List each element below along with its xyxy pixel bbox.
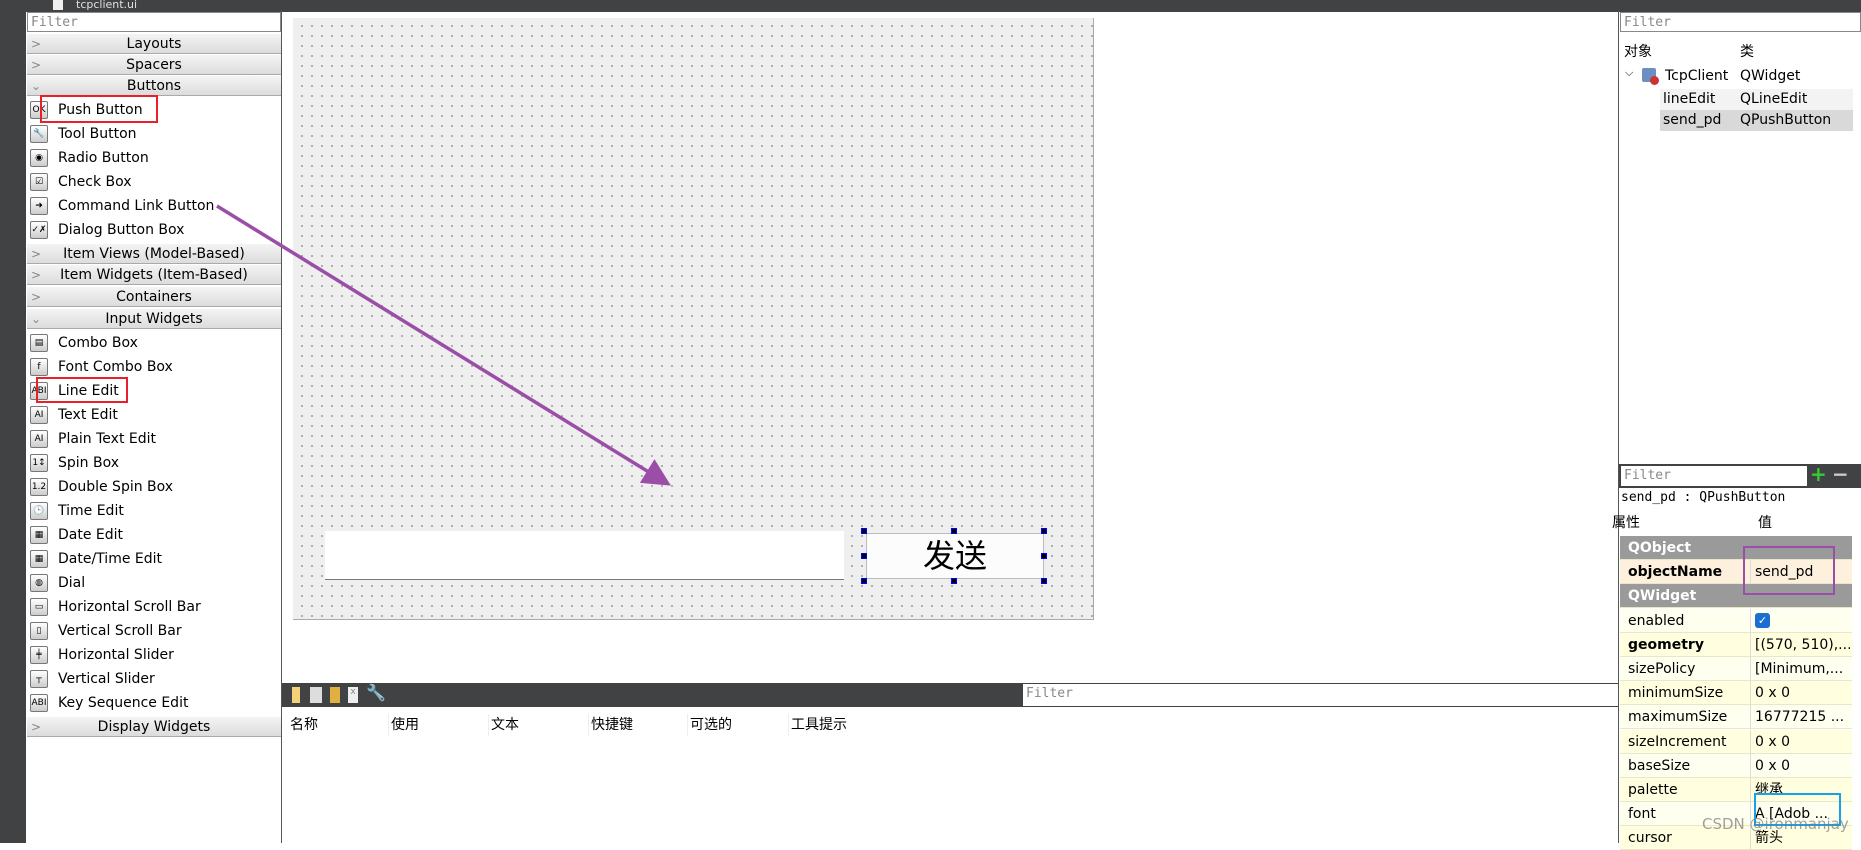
action-column-header[interactable]: 工具提示 (788, 714, 847, 736)
column-divider (1750, 778, 1751, 802)
purple-highlight-objectname (1743, 546, 1835, 595)
property-name: objectName (1628, 564, 1723, 581)
column-divider (1750, 657, 1751, 681)
property-name: sizePolicy (1628, 661, 1696, 677)
wrench-icon[interactable]: 🔧 (366, 683, 386, 702)
copy-action-icon[interactable] (310, 687, 322, 703)
add-property-icon[interactable]: + (1810, 462, 1827, 486)
property-row-maximumsize[interactable]: maximumSize 16777215 ... (1620, 705, 1852, 730)
property-name: QObject (1628, 540, 1692, 556)
property-row-sizeincrement[interactable]: sizeIncrement 0 x 0 (1620, 729, 1852, 754)
right-divider (1618, 10, 1619, 843)
action-column-header[interactable]: 文本 (488, 714, 519, 736)
property-col-header: 属性 (1612, 515, 1640, 531)
object-class: QLineEdit (1740, 91, 1808, 107)
object-tree-row[interactable]: send_pd QPushButton (1660, 110, 1853, 131)
column-divider (1750, 705, 1751, 730)
property-row-sizepolicy[interactable]: sizePolicy [Minimum,... (1620, 657, 1852, 681)
property-name: enabled (1628, 612, 1685, 629)
property-value[interactable]: [(570, 510),... (1755, 633, 1850, 657)
object-filter-input[interactable]: Filter (1620, 12, 1861, 32)
paste-action-icon[interactable] (330, 687, 340, 703)
column-divider (1750, 729, 1751, 754)
property-row-minimumsize[interactable]: minimumSize 0 x 0 (1620, 681, 1852, 706)
property-value[interactable]: ✓ (1755, 612, 1770, 628)
object-class: QWidget (1740, 68, 1801, 84)
property-value[interactable]: 0 x 0 (1755, 730, 1850, 754)
property-value[interactable]: 0 x 0 (1755, 681, 1850, 705)
property-name: baseSize (1628, 757, 1691, 774)
property-name: cursor (1628, 830, 1672, 847)
property-filter-input[interactable]: Filter (1621, 466, 1807, 486)
property-value[interactable]: 16777215 ... (1755, 705, 1850, 729)
property-subject: send_pd : QPushButton (1621, 490, 1786, 505)
watermark: CSDN @ironmanjay (1702, 815, 1849, 833)
property-name: palette (1628, 782, 1678, 798)
object-name: TcpClient (1665, 68, 1729, 84)
object-tree-row[interactable]: TcpClient QWidget (1618, 66, 1853, 87)
action-column-header[interactable]: 快捷键 (588, 714, 633, 736)
remove-property-icon[interactable]: − (1832, 462, 1849, 486)
column-divider (1750, 681, 1751, 706)
property-name: maximumSize (1628, 709, 1728, 726)
delete-action-icon[interactable]: x (348, 687, 358, 703)
drag-arrow (216, 204, 671, 486)
property-name: font (1628, 806, 1656, 823)
property-name: geometry (1628, 636, 1704, 653)
property-name: sizeIncrement (1628, 733, 1727, 750)
property-row-basesize[interactable]: baseSize 0 x 0 (1620, 753, 1852, 778)
class-col-header: 类 (1740, 44, 1754, 60)
value-col-header: 值 (1758, 515, 1772, 531)
column-divider (1750, 608, 1751, 633)
property-name: QWidget (1628, 588, 1697, 605)
column-divider (1750, 632, 1751, 657)
object-tree-row[interactable]: lineEdit QLineEdit (1660, 89, 1853, 110)
property-value[interactable]: 0 x 0 (1755, 754, 1850, 778)
new-action-icon[interactable] (292, 687, 300, 703)
property-value[interactable]: [Minimum,... (1755, 657, 1850, 681)
action-filter-input[interactable]: Filter (1023, 684, 1618, 706)
action-column-header[interactable]: 名称 (288, 714, 318, 736)
object-name: lineEdit (1663, 91, 1716, 107)
object-class: QPushButton (1740, 112, 1832, 128)
property-name: minimumSize (1628, 685, 1724, 702)
action-column-header[interactable]: 使用 (388, 714, 419, 736)
object-name: send_pd (1663, 112, 1722, 128)
object-col-header: 对象 (1624, 44, 1652, 60)
action-column-header[interactable]: 可选的 (687, 714, 732, 736)
column-divider (1750, 753, 1751, 778)
property-row-enabled[interactable]: enabled ✓ (1620, 608, 1852, 633)
property-row-geometry[interactable]: geometry [(570, 510),... (1620, 632, 1852, 657)
